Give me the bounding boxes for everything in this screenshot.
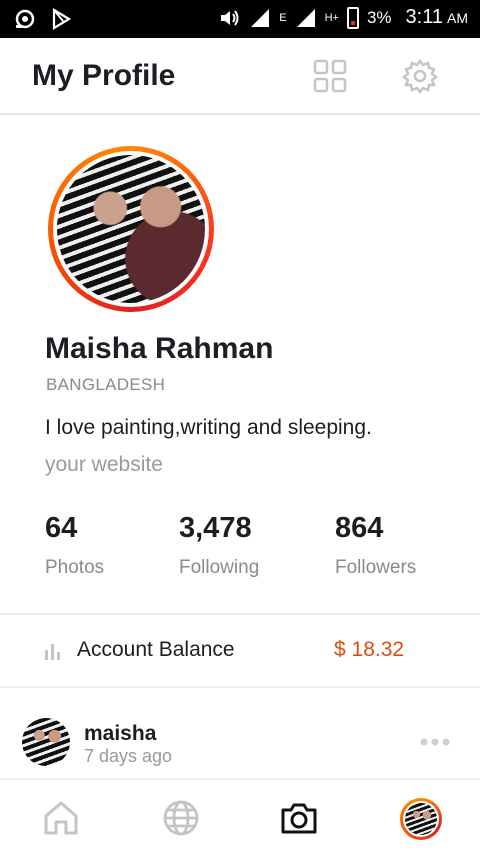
account-balance-row[interactable]: Account Balance $ 18.32 [0, 616, 480, 686]
profile-name: Maisha Rahman [45, 332, 274, 365]
clock-ampm: AM [447, 9, 468, 26]
profile-country: BANGLADESH [46, 375, 166, 394]
stat-following-count: 3,478 [179, 512, 252, 544]
status-bar: E H+ 3% 3:11 AM [0, 0, 480, 38]
more-options-icon[interactable] [418, 732, 452, 752]
divider [0, 686, 480, 688]
profile-avatar-tab[interactable] [400, 798, 442, 840]
battery-percent: 3% [366, 7, 392, 27]
account-balance-value: $ 18.32 [334, 638, 405, 661]
stat-followers[interactable]: 864 Followers [335, 512, 416, 579]
signal-icon [251, 8, 270, 27]
bar-chart-icon [45, 644, 60, 660]
divider [0, 613, 480, 615]
network-type-label: E [279, 11, 287, 24]
globe-icon[interactable] [161, 798, 201, 838]
stat-photos-count: 64 [45, 512, 78, 544]
app-bar: My Profile [0, 38, 480, 115]
account-balance-label: Account Balance [77, 638, 235, 661]
stat-photos[interactable]: 64 Photos [45, 512, 104, 579]
bottom-navigation [0, 778, 480, 854]
clock-time: 3:11 [405, 6, 443, 28]
profile-photo-small [405, 803, 437, 835]
profile-avatar[interactable] [48, 146, 214, 312]
post-username[interactable]: maisha [84, 722, 156, 746]
stat-photos-label: Photos [45, 557, 105, 578]
stat-followers-count: 864 [335, 512, 384, 544]
camera-icon[interactable] [279, 798, 319, 838]
gear-icon[interactable] [402, 58, 438, 94]
stat-followers-label: Followers [335, 557, 417, 578]
data-type-label: H+ [324, 11, 339, 24]
post-avatar[interactable] [22, 718, 70, 766]
signal-icon [296, 8, 315, 27]
volume-icon [221, 9, 239, 26]
post-timestamp: 7 days ago [84, 746, 173, 766]
grid-view-icon[interactable] [312, 58, 348, 94]
podcast-icon [15, 9, 35, 29]
profile-bio: I love painting,writing and sleeping. [45, 416, 372, 439]
play-store-icon [52, 8, 72, 30]
home-icon[interactable] [41, 798, 81, 838]
profile-photo [57, 155, 205, 303]
stat-following[interactable]: 3,478 Following [179, 512, 259, 579]
battery-icon [346, 6, 359, 29]
page-title: My Profile [32, 59, 176, 92]
stat-following-label: Following [179, 557, 260, 578]
website-link[interactable]: your website [45, 453, 163, 477]
